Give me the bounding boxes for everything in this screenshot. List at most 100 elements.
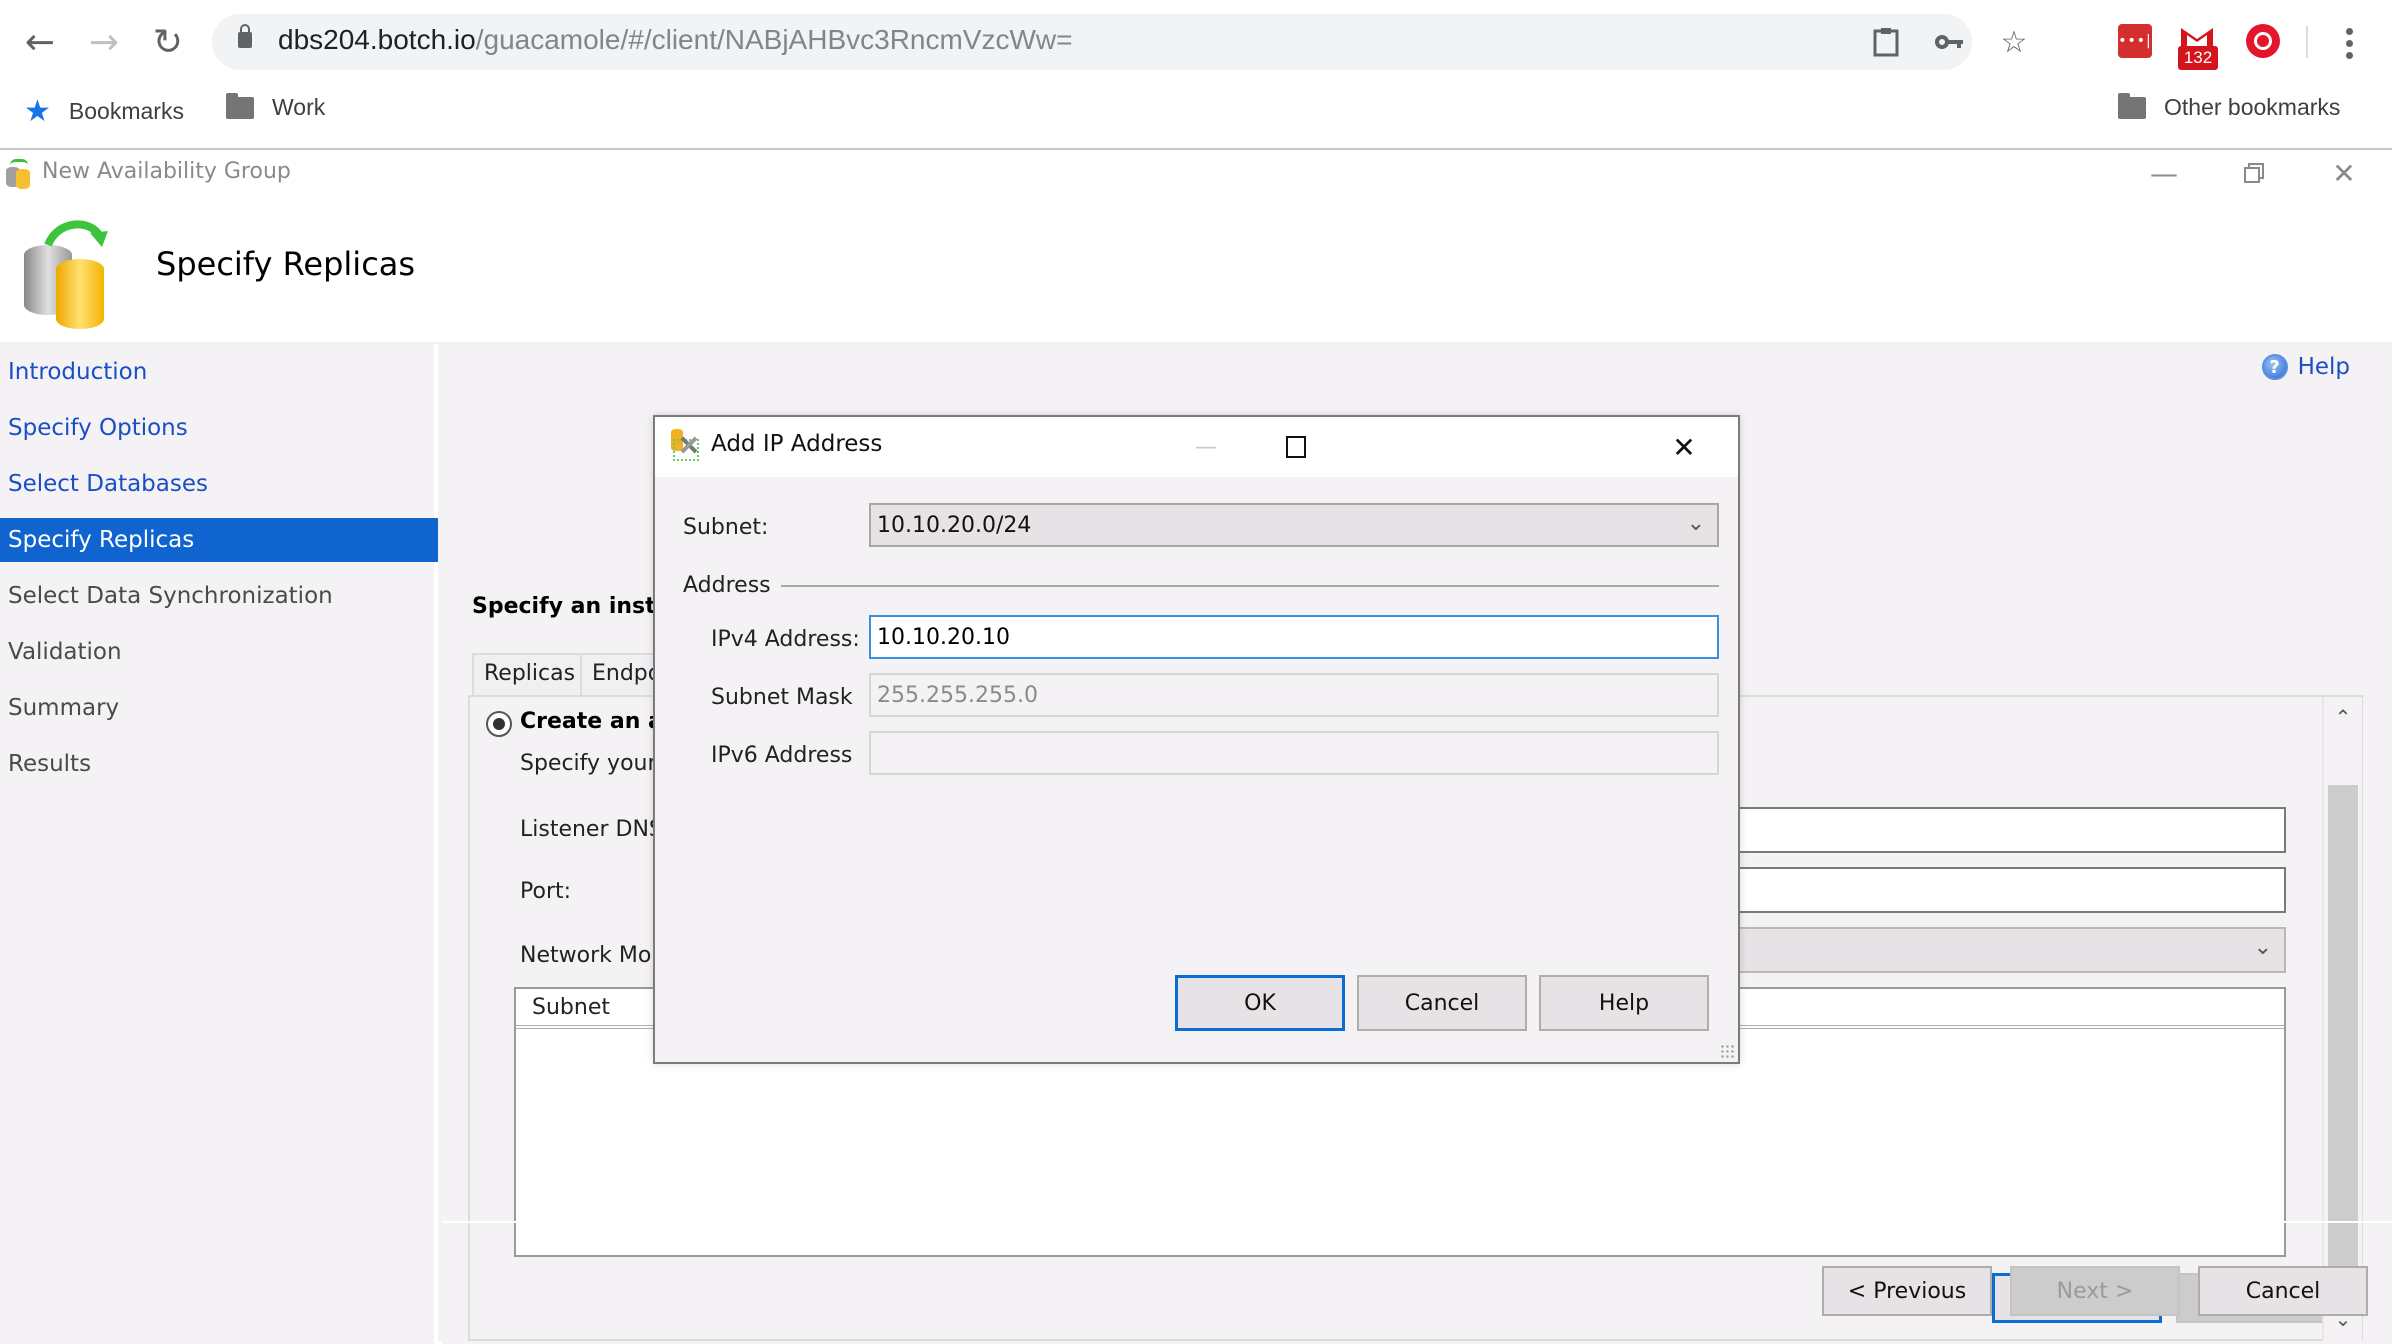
dialog-minimize-button[interactable]: —: [1181, 427, 1231, 467]
gmail-icon[interactable]: 132: [2178, 26, 2218, 70]
instruction-text: Specify an instar: [472, 594, 682, 619]
close-button[interactable]: ✕: [2314, 155, 2374, 191]
address-bar[interactable]: dbs204.botch.io/guacamole/#/client/NABjA…: [212, 14, 2027, 70]
network-mode-label: Network Mo: [520, 943, 652, 968]
dialog-help-button[interactable]: Help: [1539, 975, 1709, 1031]
help-label: Help: [2297, 354, 2350, 380]
close-icon: ✕: [2332, 156, 2356, 190]
bookmark-bookmarks[interactable]: ★ Bookmarks: [24, 94, 184, 129]
folder-icon: [226, 92, 254, 119]
toolbar-divider: [2306, 26, 2308, 58]
reload-icon: ↻: [152, 21, 184, 63]
ipv6-label: IPv6 Address: [711, 743, 853, 768]
arrow-right-icon: →: [88, 21, 120, 63]
url-host: dbs204.botch.io: [278, 24, 476, 55]
url-text[interactable]: dbs204.botch.io/guacamole/#/client/NABjA…: [278, 24, 1072, 56]
window-titlebar: New Availability Group — ✕: [0, 151, 2392, 197]
dialog-maximize-button[interactable]: [1271, 427, 1321, 467]
lock-icon: [238, 24, 252, 48]
dialog-title: Add IP Address: [711, 431, 883, 457]
minimize-icon: —: [1195, 434, 1217, 460]
sidebar-item-specify-replicas[interactable]: Specify Replicas: [0, 518, 438, 562]
maximize-icon: [1286, 436, 1306, 458]
bookmark-work[interactable]: Work: [226, 92, 326, 121]
subnet-select[interactable]: 10.10.20.0/24 ⌄: [869, 503, 1719, 547]
folder-icon: [2118, 92, 2146, 119]
lastpass-icon[interactable]: •••|: [2118, 24, 2152, 58]
star-icon: ★: [24, 95, 51, 128]
scroll-up-icon[interactable]: ⌃: [2324, 705, 2362, 729]
replicas-icon: [20, 215, 120, 329]
sidebar-item-introduction[interactable]: Introduction: [0, 350, 438, 394]
subnet-mask-value: 255.255.255.0: [877, 683, 1038, 708]
key-icon[interactable]: [1932, 24, 1968, 60]
resize-grip-icon[interactable]: [1720, 1044, 1734, 1058]
port-label: Port:: [520, 879, 572, 904]
ipv4-value: 10.10.20.10: [877, 625, 1010, 650]
bookmark-label: Work: [272, 94, 326, 120]
forward-button[interactable]: →: [80, 18, 128, 66]
sidebar-item-results: Results: [8, 751, 92, 777]
chevron-down-icon: ⌄: [1686, 511, 1705, 536]
sidebar-item-select-data-synchronization: Select Data Synchronization: [8, 583, 333, 609]
tab-replicas[interactable]: Replicas: [472, 653, 588, 697]
dialog-cancel-button[interactable]: Cancel: [1357, 975, 1527, 1031]
page-heading: Specify Replicas: [156, 245, 416, 283]
bookmark-star-icon[interactable]: ☆: [1996, 24, 2032, 60]
sidebar-item-summary: Summary: [8, 695, 120, 721]
app-icon: [4, 159, 34, 189]
close-icon: ✕: [1672, 430, 1696, 464]
other-bookmarks[interactable]: Other bookmarks: [2118, 92, 2341, 121]
browser-chrome: ← → ↻ dbs204.botch.io/guacamole/#/client…: [0, 0, 2392, 150]
gmail-badge: 132: [2178, 46, 2218, 70]
sidebar-item-select-databases[interactable]: Select Databases: [0, 462, 438, 506]
back-button[interactable]: ←: [16, 18, 64, 66]
dialog-close-button[interactable]: ✕: [1659, 427, 1709, 467]
menu-kebab-icon[interactable]: [2340, 24, 2360, 64]
dialog-ok-button[interactable]: OK: [1175, 975, 1345, 1031]
url-path: /guacamole/#/client/NABjAHBvc3RncmVzcWw=: [475, 24, 1073, 55]
chevron-down-icon: ⌄: [2253, 935, 2272, 960]
ipv4-label: IPv4 Address:: [711, 627, 860, 652]
sidebar-item-validation: Validation: [8, 639, 122, 665]
address-group-line: [781, 585, 1719, 587]
bookmark-label: Bookmarks: [68, 98, 184, 124]
scroll-thumb[interactable]: [2328, 785, 2358, 1305]
address-group-label: Address: [683, 573, 771, 598]
window-title: New Availability Group: [42, 159, 291, 184]
clipboard-icon[interactable]: [1868, 24, 1904, 60]
subnet-mask-input: 255.255.255.0: [869, 673, 1719, 717]
specify-your-text: Specify your: [520, 751, 657, 776]
subnet-mask-label: Subnet Mask: [711, 685, 853, 710]
grid-column-subnet[interactable]: Subnet: [532, 995, 610, 1020]
help-icon: ?: [2261, 354, 2288, 380]
minimize-button[interactable]: —: [2134, 155, 2194, 191]
dialog-app-icon: [669, 429, 701, 463]
restore-icon: [2244, 163, 2264, 183]
reload-button[interactable]: ↻: [144, 18, 192, 66]
authy-icon[interactable]: [2246, 24, 2280, 58]
help-link[interactable]: ? Help: [2261, 354, 2350, 380]
footer-divider: [442, 1221, 2392, 1223]
ipv6-input[interactable]: [869, 731, 1719, 775]
create-listener-radio[interactable]: [486, 711, 512, 737]
wizard-header: Specify Replicas: [0, 197, 2392, 342]
dialog-titlebar: Add IP Address — ✕: [655, 417, 1738, 477]
ipv4-input[interactable]: 10.10.20.10: [869, 615, 1719, 659]
next-button[interactable]: Next >: [2010, 1266, 2180, 1316]
vertical-scrollbar[interactable]: ⌃ ⌄: [2322, 697, 2362, 1341]
arrow-left-icon: ←: [24, 21, 56, 63]
subnet-label: Subnet:: [683, 515, 769, 540]
availability-group-wizard: New Availability Group — ✕ Specify Repli…: [0, 151, 2392, 1344]
add-ip-address-dialog: Add IP Address — ✕ Subnet: 10.10.20.0/24…: [653, 415, 1740, 1064]
restore-button[interactable]: [2224, 155, 2284, 191]
bookmarks-bar: ★ Bookmarks Work Other bookmarks: [0, 86, 2392, 136]
sidebar-item-specify-options[interactable]: Specify Options: [0, 406, 438, 450]
wizard-steps-sidebar: Introduction Specify Options Select Data…: [0, 344, 438, 1344]
wizard-cancel-button[interactable]: Cancel: [2198, 1266, 2368, 1316]
minimize-icon: —: [2150, 156, 2178, 190]
subnet-value: 10.10.20.0/24: [877, 513, 1032, 538]
other-bookmarks-label: Other bookmarks: [2164, 94, 2341, 120]
previous-button[interactable]: < Previous: [1822, 1266, 1992, 1316]
listener-dns-label: Listener DNS: [520, 817, 663, 842]
